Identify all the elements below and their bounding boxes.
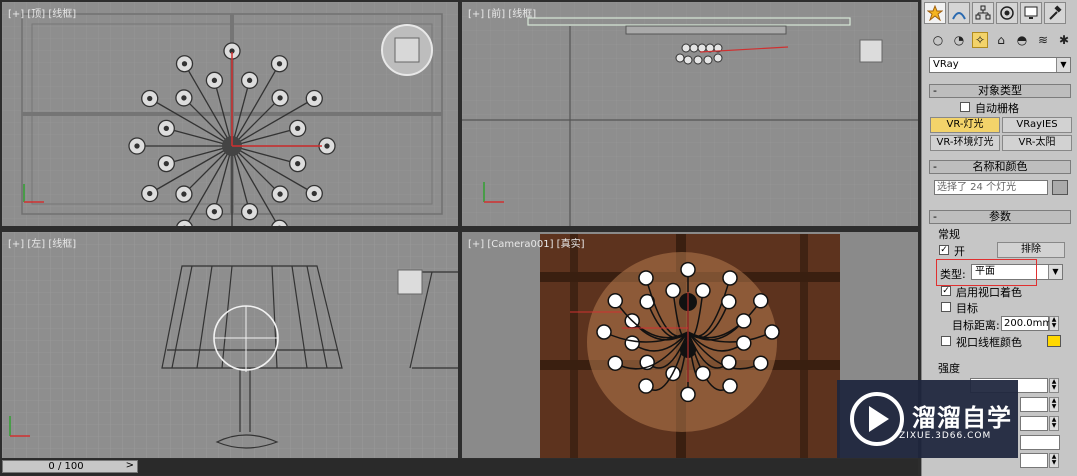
- rollout-parameters[interactable]: - 参数: [929, 210, 1071, 224]
- mode-spinner[interactable]: ▲ ▼: [1049, 416, 1059, 431]
- intensity-group-label: 强度: [938, 362, 960, 375]
- viewport-wire-color-label: 视口线框颜色: [956, 336, 1022, 349]
- watermark-badge: 溜溜自学 ZIXUE.3D66.COM: [837, 380, 1018, 458]
- on-label: 开: [954, 245, 965, 258]
- vrayies-button[interactable]: VRayIES: [1002, 117, 1072, 133]
- viewport-front[interactable]: [+] [前] [线框]: [462, 2, 918, 226]
- shapes-icon[interactable]: ◔: [951, 32, 967, 48]
- utilities-hammer-icon: [1049, 5, 1062, 20]
- general-group-label: 常规: [938, 228, 960, 241]
- target-checkbox[interactable]: [941, 302, 951, 312]
- motion-tab[interactable]: [996, 2, 1018, 24]
- motion-icon: [1000, 6, 1014, 20]
- object-category-row: ○ ◔ ✧ ⌂ ◓ ≋ ✱: [930, 32, 1072, 48]
- utilities-tab[interactable]: [1044, 2, 1066, 24]
- temperature-spinner[interactable]: ▲ ▼: [1049, 453, 1059, 468]
- renderer-dropdown[interactable]: VRay ▼: [929, 57, 1071, 73]
- rollout-name-color[interactable]: - 名称和颜色: [929, 160, 1071, 174]
- type-highlight-box: [936, 259, 1037, 286]
- viewport-shading-label: 启用视口着色: [956, 286, 1022, 299]
- target-distance-label: 目标距离:: [952, 319, 1000, 332]
- multiplier-spinner[interactable]: ▲ ▼: [1049, 397, 1059, 412]
- hierarchy-tab[interactable]: [972, 2, 994, 24]
- modify-icon: [952, 12, 966, 20]
- wire-color-swatch[interactable]: [1047, 335, 1061, 347]
- autogrid-label: 自动栅格: [975, 102, 1019, 115]
- target-distance-spinner[interactable]: ▲ ▼: [1049, 316, 1059, 331]
- viewport-label-left[interactable]: [+] [左] [线框]: [8, 235, 76, 250]
- vr-sun-button[interactable]: VR-太阳: [1002, 135, 1072, 151]
- timeline[interactable]: 0 / 100 >: [2, 459, 918, 475]
- modify-tab[interactable]: [948, 2, 970, 24]
- watermark-logo-icon: [850, 392, 904, 446]
- time-slider-frame: 0 / 100: [48, 461, 84, 472]
- chevron-down-icon: ▼: [1056, 58, 1070, 72]
- rollout-collapse-icon: -: [933, 160, 937, 173]
- chevron-down-icon: ▼: [1048, 265, 1062, 279]
- time-slider-next-button[interactable]: >: [126, 460, 134, 471]
- top-view-drawing: [2, 2, 458, 226]
- vr-light-button[interactable]: VR-灯光: [930, 117, 1000, 133]
- renderer-value: VRay: [933, 59, 959, 70]
- hierarchy-icon: [975, 5, 991, 20]
- command-panel-tabs: [924, 2, 1074, 26]
- lights-icon[interactable]: ✧: [972, 32, 988, 48]
- watermark-url: ZIXUE.3D66.COM: [899, 431, 992, 441]
- rollout-collapse-icon: -: [933, 210, 937, 223]
- temperature-field[interactable]: [1020, 453, 1048, 468]
- color-field[interactable]: [1020, 435, 1060, 450]
- exclude-button[interactable]: 排除: [997, 242, 1065, 258]
- viewport-left[interactable]: [+] [左] [线框]: [2, 232, 458, 458]
- viewport-label-camera[interactable]: [+] [Camera001] [真实]: [468, 235, 584, 250]
- systems-icon[interactable]: ✱: [1056, 32, 1072, 48]
- spacewarps-icon[interactable]: ≋: [1035, 32, 1051, 48]
- display-monitor-icon: [1024, 6, 1038, 19]
- create-star-icon: [927, 5, 943, 21]
- target-distance-field[interactable]: 200.0mm: [1001, 316, 1052, 331]
- watermark-title: 溜溜自学: [912, 404, 1012, 432]
- mode-field[interactable]: [1020, 416, 1048, 431]
- time-slider[interactable]: 0 / 100 >: [2, 460, 138, 473]
- viewport-label-top[interactable]: [+] [顶] [线框]: [8, 5, 76, 20]
- rollout-parameters-title: 参数: [989, 210, 1011, 223]
- units-spinner[interactable]: ▲ ▼: [1049, 378, 1059, 393]
- viewport-label-front[interactable]: [+] [前] [线框]: [468, 5, 536, 20]
- object-color-swatch[interactable]: [1052, 180, 1068, 195]
- target-label: 目标: [956, 302, 978, 315]
- vr-dome-light-button[interactable]: VR-环境灯光: [930, 135, 1000, 151]
- rollout-name-color-title: 名称和颜色: [972, 160, 1028, 173]
- viewport-wire-color-checkbox[interactable]: [941, 336, 951, 346]
- rollout-object-type[interactable]: - 对象类型: [929, 84, 1071, 98]
- on-checkbox[interactable]: ✓: [939, 245, 949, 255]
- rollout-collapse-icon: -: [933, 84, 937, 97]
- viewport-shading-checkbox[interactable]: ✓: [941, 286, 951, 296]
- left-view-drawing: [2, 232, 458, 458]
- autogrid-checkbox[interactable]: [960, 102, 970, 112]
- multiplier-field[interactable]: [1020, 397, 1048, 412]
- rollout-object-type-title: 对象类型: [978, 84, 1022, 97]
- cameras-icon[interactable]: ⌂: [993, 32, 1009, 48]
- front-view-drawing: [462, 2, 918, 226]
- viewport-top[interactable]: [+] [顶] [线框]: [2, 2, 458, 226]
- create-tab[interactable]: [924, 2, 946, 24]
- object-name-field[interactable]: 选择了 24 个灯光: [934, 180, 1048, 195]
- helpers-icon[interactable]: ◓: [1014, 32, 1030, 48]
- display-tab[interactable]: [1020, 2, 1042, 24]
- geometry-icon[interactable]: ○: [930, 32, 946, 48]
